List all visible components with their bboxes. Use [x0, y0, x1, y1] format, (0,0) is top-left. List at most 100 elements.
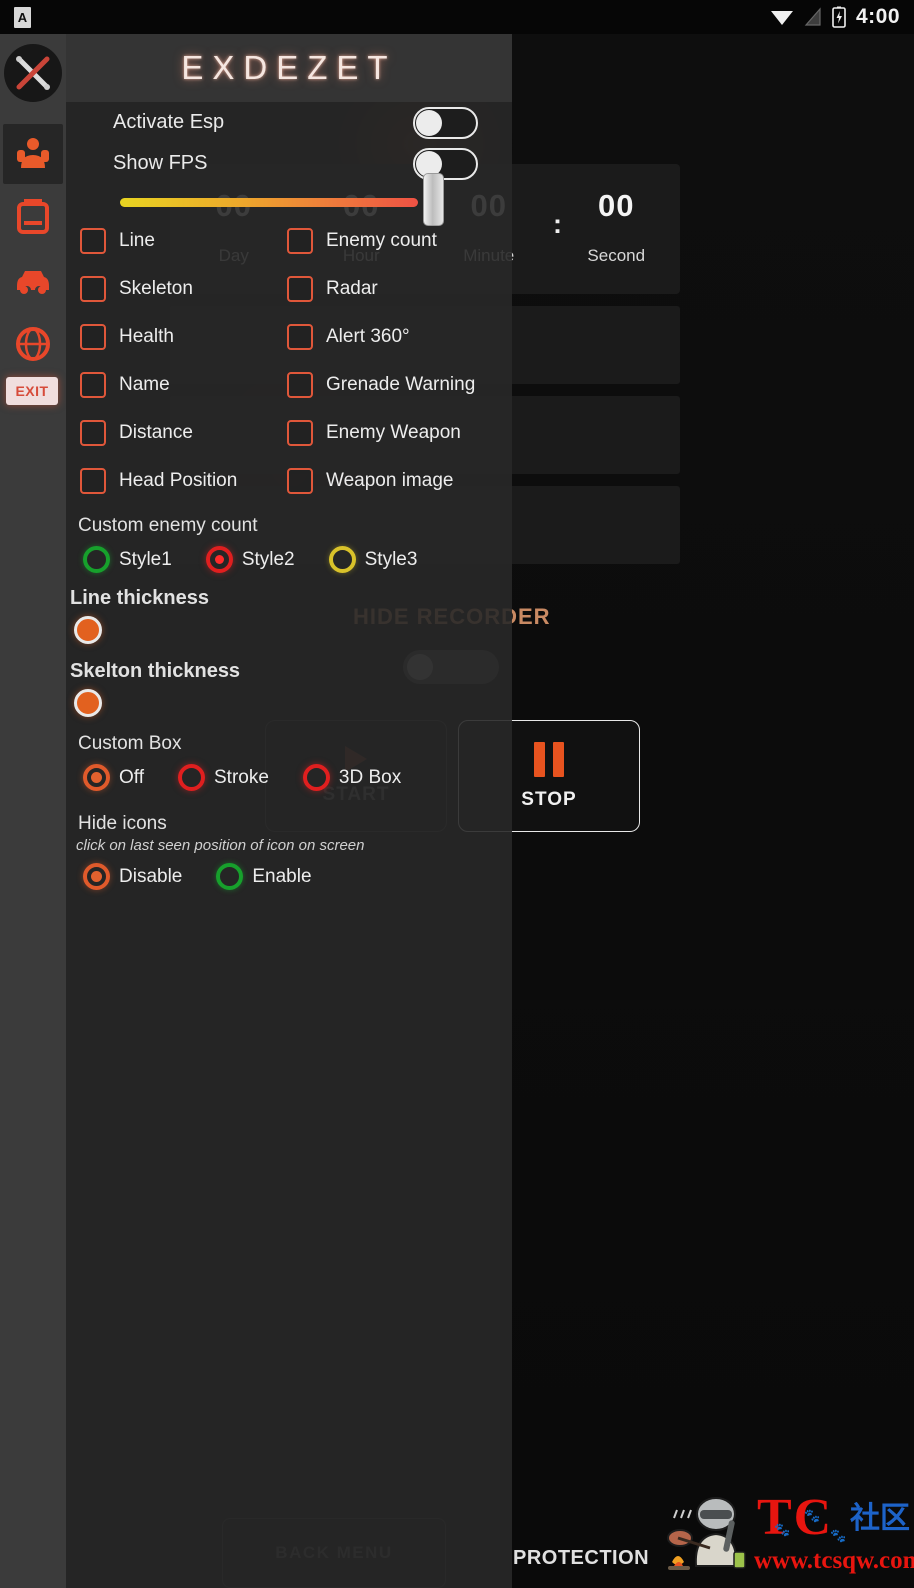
timer-cell-second: 00 Second — [564, 188, 669, 266]
checkbox-enemy-count[interactable] — [287, 228, 313, 254]
exit-button[interactable]: EXIT — [6, 377, 58, 405]
checkbox-label-enemy-count: Enemy count — [326, 230, 437, 251]
radio-label-hide-icons-enable: Enable — [252, 865, 312, 887]
watermark-brand: TC — [757, 1489, 834, 1546]
checkbox-label-skeleton: Skeleton — [119, 278, 193, 299]
checkbox-label-distance: Distance — [119, 422, 193, 443]
radio-label-style2: Style2 — [241, 548, 295, 570]
radio-group-custom-box: Off Stroke 3D Box — [66, 755, 512, 791]
checkbox-row-weapon-image[interactable]: Weapon image — [276, 457, 512, 505]
esp-range-slider[interactable] — [120, 173, 444, 226]
checkbox-label-head-position: Head Position — [119, 470, 238, 491]
sidebar-item-esp[interactable] — [3, 124, 63, 184]
checkbox-label-health: Health — [119, 326, 174, 347]
toggle-label-activate-esp: Activate Esp — [113, 111, 225, 133]
radio-custom-box-3d[interactable] — [302, 764, 330, 791]
soldier-icon — [17, 138, 49, 168]
toggle-switch-activate-esp[interactable] — [413, 106, 478, 139]
checkbox-row-enemy-count[interactable]: Enemy count — [276, 217, 512, 265]
checkbox-enemy-weapon[interactable] — [287, 420, 313, 446]
radio-hide-icons-disable[interactable] — [83, 863, 110, 890]
checkbox-row-grenade-warning[interactable]: Grenade Warning — [276, 361, 512, 409]
line-thickness-slider-knob[interactable] — [74, 616, 102, 644]
section-title-skelton-thickness: Skelton thickness — [70, 660, 241, 682]
radio-label-style3: Style3 — [364, 548, 418, 570]
checkbox-row-radar[interactable]: Radar — [276, 265, 512, 313]
page-title: EXDEZET — [181, 49, 397, 86]
paw-icon: 🐾 — [774, 1522, 791, 1537]
checkbox-label-grenade-warning: Grenade Warning — [326, 374, 476, 395]
checkbox-grenade-warning[interactable] — [287, 372, 313, 398]
checkbox-row-name[interactable]: Name — [66, 361, 276, 409]
aim-globe-icon — [16, 327, 50, 361]
checkbox-radar[interactable] — [287, 276, 313, 302]
sidebar-item-items[interactable] — [3, 186, 63, 246]
pause-icon — [534, 741, 564, 777]
watermark-brand-cn: 社区 — [850, 1501, 910, 1536]
wifi-icon — [770, 11, 793, 25]
radio-label-style1: Style1 — [119, 548, 172, 570]
radio-custom-box-off[interactable] — [83, 764, 110, 791]
checkbox-line[interactable] — [80, 228, 106, 254]
checkbox-head-position[interactable] — [80, 468, 106, 494]
radio-group-hide-icons: Disable Enable — [66, 854, 512, 890]
watermark-url: www.tcsqw.com — [754, 1547, 914, 1574]
stop-button-label: STOP — [521, 788, 577, 810]
backpack-icon — [17, 199, 49, 234]
radio-style2[interactable] — [205, 546, 233, 573]
checkbox-label-enemy-weapon: Enemy Weapon — [326, 422, 461, 443]
checkbox-name[interactable] — [80, 372, 106, 398]
checkbox-row-head-position[interactable]: Head Position — [66, 457, 276, 505]
exdezet-panel: EXDEZET Activate Esp Show FPS Line Enemy… — [66, 34, 512, 1588]
radio-style3[interactable] — [328, 546, 356, 573]
signal-icon — [804, 7, 821, 26]
checkbox-label-name: Name — [119, 374, 170, 395]
checkbox-health[interactable] — [80, 324, 106, 350]
checkbox-row-alert-360[interactable]: Alert 360° — [276, 313, 512, 361]
checkbox-distance[interactable] — [80, 420, 106, 446]
watermark-character-icon — [667, 1497, 746, 1570]
checkbox-row-skeleton[interactable]: Skeleton — [66, 265, 276, 313]
app-letter-a-icon: A — [14, 6, 31, 28]
checkbox-row-health[interactable]: Health — [66, 313, 276, 361]
checkbox-alert-360[interactable] — [287, 324, 313, 350]
screen-root: 00 Day 00 Hour 00 Minute 00 Second : HID… — [0, 0, 914, 1588]
radio-style1[interactable] — [83, 546, 110, 573]
radio-custom-box-stroke[interactable] — [178, 764, 205, 791]
status-bar: A 4:00 — [0, 0, 914, 34]
sidebar-item-vehicle[interactable] — [3, 250, 63, 310]
toggle-label-show-fps: Show FPS — [113, 152, 208, 174]
checkbox-label-weapon-image: Weapon image — [326, 470, 454, 491]
radio-group-custom-enemy-count: Style1 Style2 Style3 — [66, 537, 512, 573]
app-logo-icon[interactable] — [4, 44, 62, 102]
checkbox-row-enemy-weapon[interactable]: Enemy Weapon — [276, 409, 512, 457]
section-title-custom-box: Custom Box — [78, 733, 182, 754]
status-bar-right: 4:00 — [770, 5, 900, 29]
radio-label-custom-box-off: Off — [119, 766, 144, 788]
status-bar-left: A — [14, 6, 31, 28]
sidebar-rail: EXIT — [0, 34, 66, 1588]
checkbox-row-line[interactable]: Line — [66, 217, 276, 265]
sidebar-item-aimbot[interactable] — [3, 314, 63, 374]
esp-options-grid: Line Enemy count Skeleton Radar Health A… — [66, 217, 512, 505]
crossed-weapons-logo-icon — [16, 56, 50, 90]
checkbox-weapon-image[interactable] — [287, 468, 313, 494]
skelton-thickness-slider-knob[interactable] — [74, 689, 102, 717]
panel-body: Activate Esp Show FPS Line Enemy count S… — [66, 102, 512, 890]
checkbox-label-radar: Radar — [326, 278, 378, 299]
radio-label-custom-box-3d: 3D Box — [338, 766, 402, 788]
toggle-row-activate-esp[interactable]: Activate Esp — [66, 102, 512, 143]
checkbox-label-alert-360: Alert 360° — [326, 326, 410, 347]
esp-range-slider-knob[interactable] — [423, 173, 444, 226]
car-icon — [17, 271, 49, 294]
paw-icon: 🐾 — [830, 1528, 847, 1543]
timer-value-second: 00 — [598, 188, 635, 223]
checkbox-label-line: Line — [119, 230, 155, 251]
battery-charging-icon — [832, 6, 846, 28]
toggle-row-show-fps[interactable]: Show FPS — [66, 143, 512, 184]
hide-icons-hint: click on last seen position of icon on s… — [76, 837, 365, 854]
checkbox-row-distance[interactable]: Distance — [66, 409, 276, 457]
radio-hide-icons-enable[interactable] — [216, 863, 244, 890]
checkbox-skeleton[interactable] — [80, 276, 106, 302]
paw-icon: 🐾 — [804, 1508, 821, 1523]
